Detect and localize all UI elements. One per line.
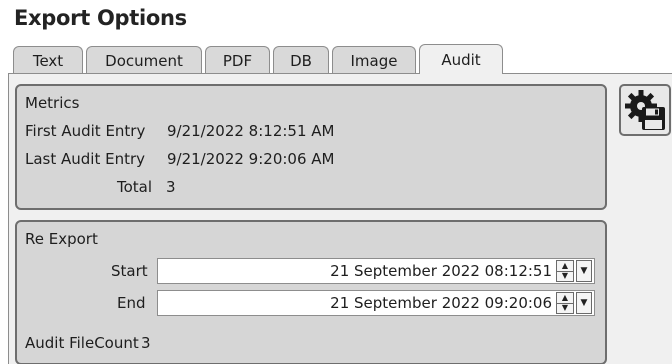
total-label: Total xyxy=(117,178,153,196)
tab-text[interactable]: Text xyxy=(13,46,83,74)
start-spin-buttons[interactable]: ▲ ▼ xyxy=(556,260,574,282)
tab-document[interactable]: Document xyxy=(86,46,202,74)
end-datetime-picker[interactable]: 21 September 2022 09:20:06 ▲ ▼ ▼ xyxy=(157,290,595,316)
metrics-group: Metrics First Audit Entry 9/21/2022 8:12… xyxy=(15,84,607,210)
chevron-down-icon[interactable]: ▼ xyxy=(576,292,592,314)
audit-filecount-value: 3 xyxy=(141,334,151,352)
tab-bar: Text Document PDF DB Image Audit xyxy=(13,44,506,74)
first-audit-entry-label: First Audit Entry xyxy=(25,122,146,140)
chevron-down-icon[interactable]: ▼ xyxy=(576,260,592,282)
export-settings-button[interactable] xyxy=(619,84,671,136)
tab-audit[interactable]: Audit xyxy=(419,44,503,74)
down-arrow-icon[interactable]: ▼ xyxy=(557,302,573,314)
total-value: 3 xyxy=(166,178,176,196)
last-audit-entry-label: Last Audit Entry xyxy=(25,150,146,168)
up-arrow-icon[interactable]: ▲ xyxy=(557,261,573,271)
tab-image[interactable]: Image xyxy=(332,46,416,74)
reexport-heading: Re Export xyxy=(25,230,98,248)
end-label: End xyxy=(117,294,146,312)
gear-floppy-icon xyxy=(625,90,665,130)
start-label: Start xyxy=(111,262,148,280)
end-spin-buttons[interactable]: ▲ ▼ xyxy=(556,292,574,314)
down-arrow-icon[interactable]: ▼ xyxy=(557,270,573,282)
up-arrow-icon[interactable]: ▲ xyxy=(557,293,573,303)
dialog-title: Export Options xyxy=(14,6,187,30)
tab-content-audit: Metrics First Audit Entry 9/21/2022 8:12… xyxy=(8,73,672,364)
start-datetime-value[interactable]: 21 September 2022 08:12:51 xyxy=(158,262,556,280)
start-datetime-picker[interactable]: 21 September 2022 08:12:51 ▲ ▼ ▼ xyxy=(157,258,595,284)
tab-db[interactable]: DB xyxy=(273,46,329,74)
audit-filecount-label: Audit FileCount xyxy=(25,334,139,352)
metrics-heading: Metrics xyxy=(25,94,80,112)
tab-pdf[interactable]: PDF xyxy=(205,46,270,74)
reexport-group: Re Export Start 21 September 2022 08:12:… xyxy=(15,220,607,364)
last-audit-entry-value: 9/21/2022 9:20:06 AM xyxy=(167,150,335,168)
first-audit-entry-value: 9/21/2022 8:12:51 AM xyxy=(167,122,335,140)
end-datetime-value[interactable]: 21 September 2022 09:20:06 xyxy=(158,294,556,312)
